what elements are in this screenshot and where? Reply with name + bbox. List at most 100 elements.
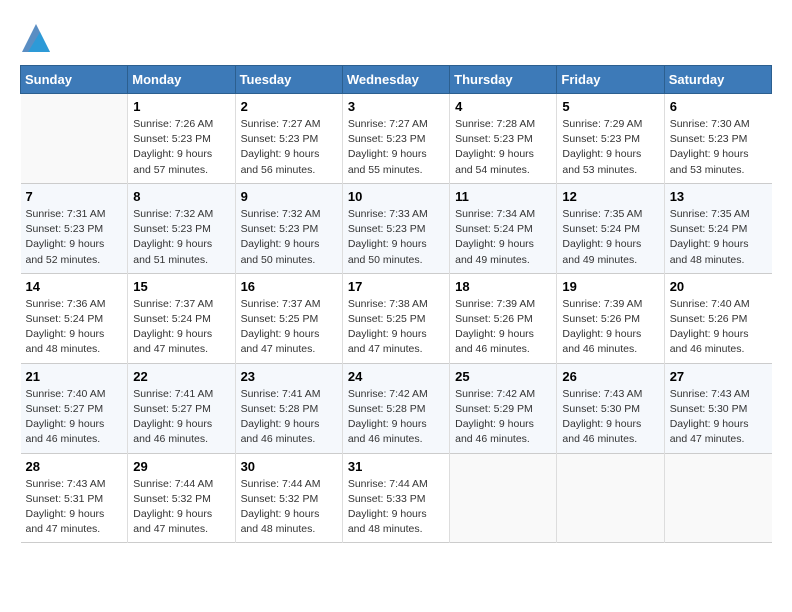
day-info: Sunrise: 7:32 AM Sunset: 5:23 PM Dayligh… (241, 207, 337, 268)
day-number: 11 (455, 189, 551, 204)
header-cell-wednesday: Wednesday (342, 66, 449, 94)
day-info: Sunrise: 7:27 AM Sunset: 5:23 PM Dayligh… (241, 117, 337, 178)
day-number: 21 (26, 369, 123, 384)
header-cell-tuesday: Tuesday (235, 66, 342, 94)
day-info: Sunrise: 7:43 AM Sunset: 5:31 PM Dayligh… (26, 477, 123, 538)
calendar-cell: 20 Sunrise: 7:40 AM Sunset: 5:26 PM Dayli… (664, 273, 771, 363)
calendar-cell: 19 Sunrise: 7:39 AM Sunset: 5:26 PM Dayli… (557, 273, 664, 363)
calendar-cell (21, 94, 128, 184)
calendar-cell: 22 Sunrise: 7:41 AM Sunset: 5:27 PM Dayli… (128, 363, 235, 453)
day-number: 2 (241, 99, 337, 114)
day-number: 7 (26, 189, 123, 204)
week-row-3: 14 Sunrise: 7:36 AM Sunset: 5:24 PM Dayli… (21, 273, 772, 363)
day-info: Sunrise: 7:35 AM Sunset: 5:24 PM Dayligh… (562, 207, 658, 268)
day-info: Sunrise: 7:41 AM Sunset: 5:27 PM Dayligh… (133, 387, 229, 448)
day-number: 5 (562, 99, 658, 114)
day-info: Sunrise: 7:34 AM Sunset: 5:24 PM Dayligh… (455, 207, 551, 268)
calendar-cell: 29 Sunrise: 7:44 AM Sunset: 5:32 PM Dayli… (128, 453, 235, 543)
page-container: SundayMondayTuesdayWednesdayThursdayFrid… (20, 20, 772, 543)
calendar-cell: 31 Sunrise: 7:44 AM Sunset: 5:33 PM Dayli… (342, 453, 449, 543)
day-number: 14 (26, 279, 123, 294)
day-number: 24 (348, 369, 444, 384)
day-info: Sunrise: 7:31 AM Sunset: 5:23 PM Dayligh… (26, 207, 123, 268)
calendar-cell: 23 Sunrise: 7:41 AM Sunset: 5:28 PM Dayli… (235, 363, 342, 453)
day-number: 13 (670, 189, 767, 204)
calendar-cell: 14 Sunrise: 7:36 AM Sunset: 5:24 PM Dayli… (21, 273, 128, 363)
day-info: Sunrise: 7:40 AM Sunset: 5:27 PM Dayligh… (26, 387, 123, 448)
calendar-cell: 24 Sunrise: 7:42 AM Sunset: 5:28 PM Dayli… (342, 363, 449, 453)
header-cell-thursday: Thursday (450, 66, 557, 94)
day-info: Sunrise: 7:35 AM Sunset: 5:24 PM Dayligh… (670, 207, 767, 268)
header-cell-saturday: Saturday (664, 66, 771, 94)
header-cell-friday: Friday (557, 66, 664, 94)
day-number: 27 (670, 369, 767, 384)
day-number: 22 (133, 369, 229, 384)
day-info: Sunrise: 7:39 AM Sunset: 5:26 PM Dayligh… (562, 297, 658, 358)
day-info: Sunrise: 7:40 AM Sunset: 5:26 PM Dayligh… (670, 297, 767, 358)
day-number: 20 (670, 279, 767, 294)
calendar-cell: 4 Sunrise: 7:28 AM Sunset: 5:23 PM Daylig… (450, 94, 557, 184)
calendar-cell: 30 Sunrise: 7:44 AM Sunset: 5:32 PM Dayli… (235, 453, 342, 543)
calendar-cell: 6 Sunrise: 7:30 AM Sunset: 5:23 PM Daylig… (664, 94, 771, 184)
calendar-cell: 25 Sunrise: 7:42 AM Sunset: 5:29 PM Dayli… (450, 363, 557, 453)
calendar-cell (450, 453, 557, 543)
day-number: 31 (348, 459, 444, 474)
day-info: Sunrise: 7:44 AM Sunset: 5:32 PM Dayligh… (133, 477, 229, 538)
calendar-header: SundayMondayTuesdayWednesdayThursdayFrid… (21, 66, 772, 94)
calendar-table: SundayMondayTuesdayWednesdayThursdayFrid… (20, 65, 772, 543)
header (20, 20, 772, 57)
day-info: Sunrise: 7:43 AM Sunset: 5:30 PM Dayligh… (670, 387, 767, 448)
day-number: 30 (241, 459, 337, 474)
day-info: Sunrise: 7:30 AM Sunset: 5:23 PM Dayligh… (670, 117, 767, 178)
day-info: Sunrise: 7:41 AM Sunset: 5:28 PM Dayligh… (241, 387, 337, 448)
day-number: 3 (348, 99, 444, 114)
day-number: 23 (241, 369, 337, 384)
day-info: Sunrise: 7:29 AM Sunset: 5:23 PM Dayligh… (562, 117, 658, 178)
calendar-cell: 5 Sunrise: 7:29 AM Sunset: 5:23 PM Daylig… (557, 94, 664, 184)
header-cell-sunday: Sunday (21, 66, 128, 94)
calendar-cell: 10Sunrise: 7:33 AM Sunset: 5:23 PM Dayli… (342, 183, 449, 273)
day-info: Sunrise: 7:44 AM Sunset: 5:32 PM Dayligh… (241, 477, 337, 538)
calendar-body: 1Sunrise: 7:26 AM Sunset: 5:23 PM Daylig… (21, 94, 772, 543)
day-number: 18 (455, 279, 551, 294)
logo-icon (22, 24, 50, 52)
day-info: Sunrise: 7:43 AM Sunset: 5:30 PM Dayligh… (562, 387, 658, 448)
day-number: 9 (241, 189, 337, 204)
day-number: 6 (670, 99, 767, 114)
calendar-cell: 26 Sunrise: 7:43 AM Sunset: 5:30 PM Dayli… (557, 363, 664, 453)
day-info: Sunrise: 7:42 AM Sunset: 5:29 PM Dayligh… (455, 387, 551, 448)
day-number: 29 (133, 459, 229, 474)
calendar-cell: 2 Sunrise: 7:27 AM Sunset: 5:23 PM Daylig… (235, 94, 342, 184)
day-info: Sunrise: 7:36 AM Sunset: 5:24 PM Dayligh… (26, 297, 123, 358)
week-row-2: 7 Sunrise: 7:31 AM Sunset: 5:23 PM Daylig… (21, 183, 772, 273)
calendar-cell: 17Sunrise: 7:38 AM Sunset: 5:25 PM Dayli… (342, 273, 449, 363)
day-number: 4 (455, 99, 551, 114)
week-row-5: 28 Sunrise: 7:43 AM Sunset: 5:31 PM Dayli… (21, 453, 772, 543)
week-row-1: 1Sunrise: 7:26 AM Sunset: 5:23 PM Daylig… (21, 94, 772, 184)
day-number: 25 (455, 369, 551, 384)
calendar-cell: 28 Sunrise: 7:43 AM Sunset: 5:31 PM Dayli… (21, 453, 128, 543)
day-info: Sunrise: 7:42 AM Sunset: 5:28 PM Dayligh… (348, 387, 444, 448)
calendar-cell: 3 Sunrise: 7:27 AM Sunset: 5:23 PM Daylig… (342, 94, 449, 184)
calendar-cell: 16 Sunrise: 7:37 AM Sunset: 5:25 PM Dayli… (235, 273, 342, 363)
calendar-cell (557, 453, 664, 543)
day-info: Sunrise: 7:26 AM Sunset: 5:23 PM Dayligh… (133, 117, 229, 178)
day-info: Sunrise: 7:44 AM Sunset: 5:33 PM Dayligh… (348, 477, 444, 538)
day-number: 16 (241, 279, 337, 294)
calendar-cell: 8Sunrise: 7:32 AM Sunset: 5:23 PM Daylig… (128, 183, 235, 273)
calendar-cell: 13 Sunrise: 7:35 AM Sunset: 5:24 PM Dayli… (664, 183, 771, 273)
day-info: Sunrise: 7:37 AM Sunset: 5:25 PM Dayligh… (241, 297, 337, 358)
day-info: Sunrise: 7:28 AM Sunset: 5:23 PM Dayligh… (455, 117, 551, 178)
calendar-cell: 27 Sunrise: 7:43 AM Sunset: 5:30 PM Dayli… (664, 363, 771, 453)
calendar-cell: 21 Sunrise: 7:40 AM Sunset: 5:27 PM Dayli… (21, 363, 128, 453)
calendar-cell: 7 Sunrise: 7:31 AM Sunset: 5:23 PM Daylig… (21, 183, 128, 273)
day-number: 26 (562, 369, 658, 384)
day-number: 28 (26, 459, 123, 474)
day-info: Sunrise: 7:27 AM Sunset: 5:23 PM Dayligh… (348, 117, 444, 178)
week-row-4: 21 Sunrise: 7:40 AM Sunset: 5:27 PM Dayli… (21, 363, 772, 453)
calendar-cell: 12 Sunrise: 7:35 AM Sunset: 5:24 PM Dayli… (557, 183, 664, 273)
day-number: 12 (562, 189, 658, 204)
calendar-cell: 1Sunrise: 7:26 AM Sunset: 5:23 PM Daylig… (128, 94, 235, 184)
day-number: 19 (562, 279, 658, 294)
header-row: SundayMondayTuesdayWednesdayThursdayFrid… (21, 66, 772, 94)
